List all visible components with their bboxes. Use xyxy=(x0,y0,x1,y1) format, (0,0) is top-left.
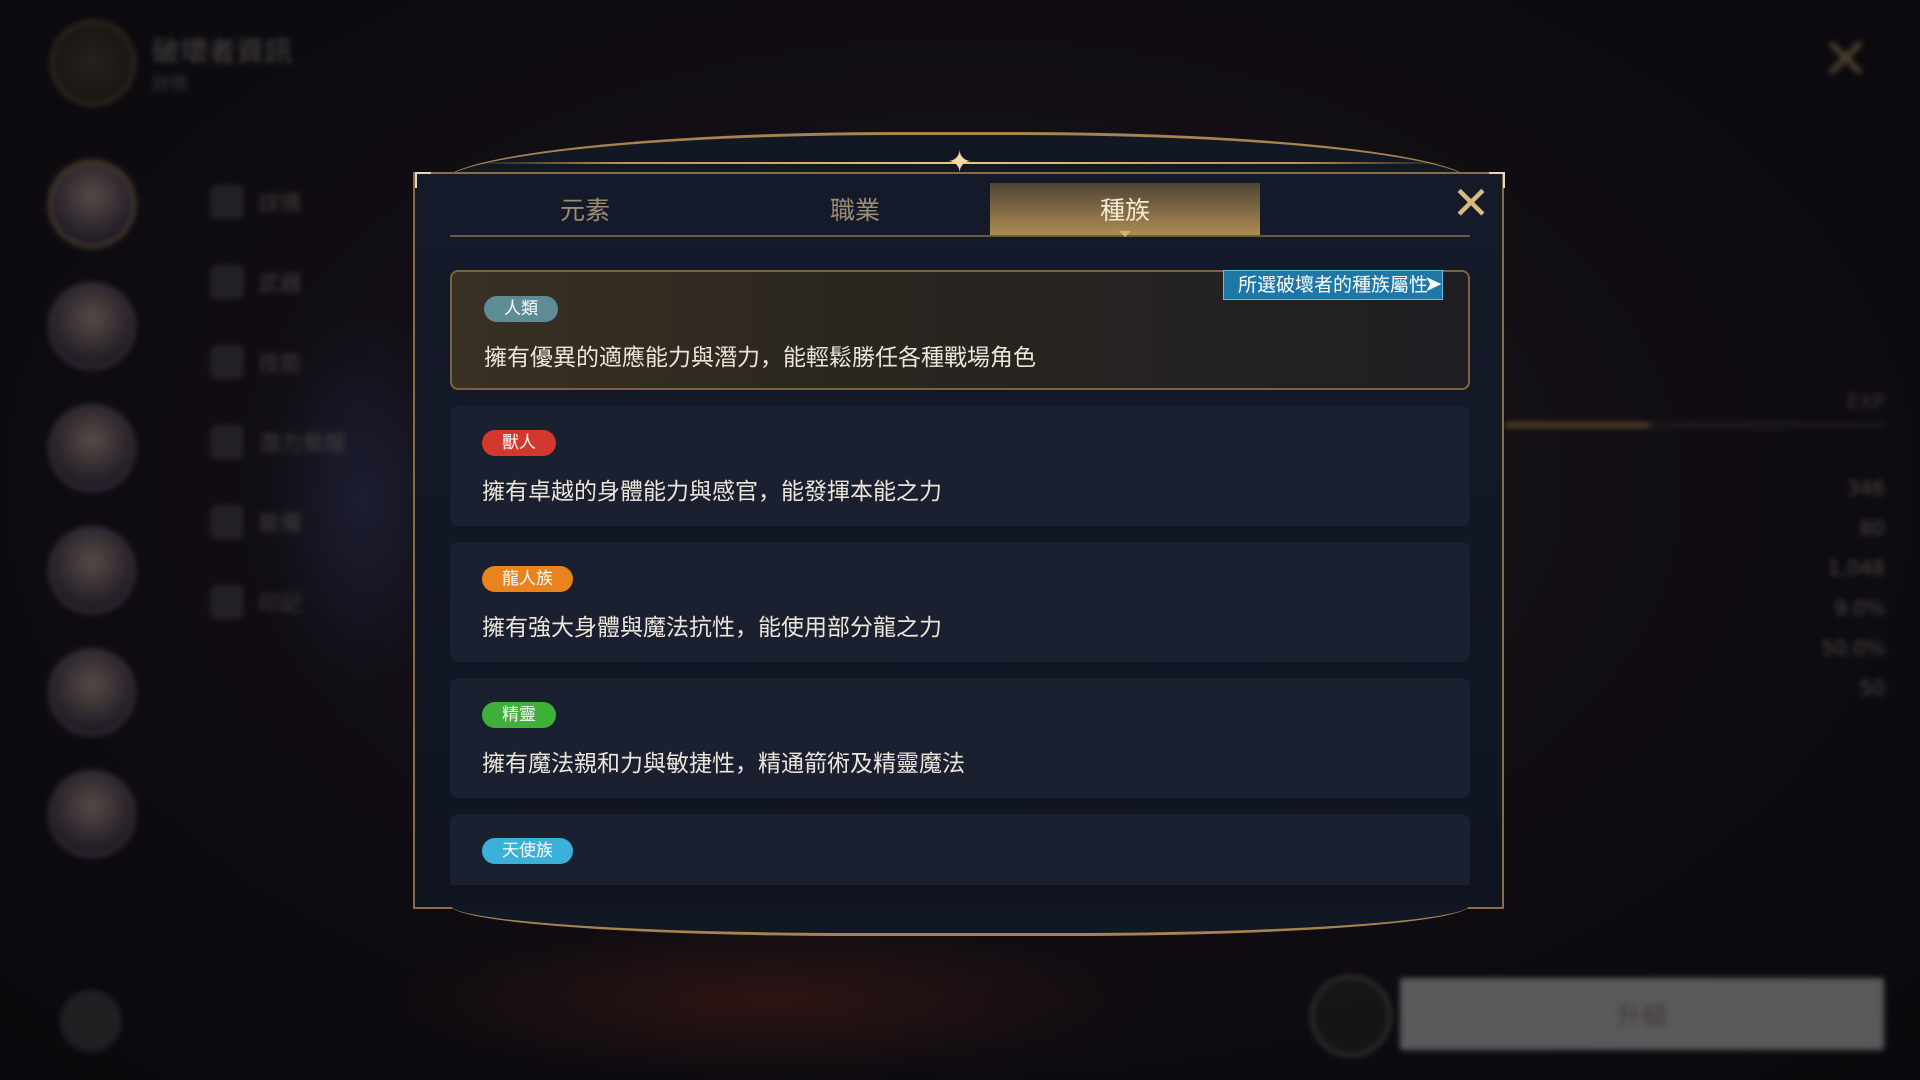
race-card-dragonkin[interactable]: 龍人族 擁有強大身體與魔法抗性，能使用部分龍之力 xyxy=(450,542,1470,662)
race-description: 擁有強大身體與魔法抗性，能使用部分龍之力 xyxy=(482,615,942,641)
race-badge: 精靈 xyxy=(482,702,556,728)
mouse-cursor-icon: ➤ xyxy=(1424,272,1443,297)
tab-element[interactable]: 元素 xyxy=(450,183,720,235)
race-list[interactable]: 人類 擁有優異的適應能力與潛力，能輕鬆勝任各種戰場角色 獸人 擁有卓越的身體能力… xyxy=(450,270,1470,885)
race-badge: 龍人族 xyxy=(482,566,573,592)
crossed-swords-close-icon[interactable]: ✕ xyxy=(1446,178,1496,228)
race-card-beastman[interactable]: 獸人 擁有卓越的身體能力與感官，能發揮本能之力 xyxy=(450,406,1470,526)
race-badge: 獸人 xyxy=(482,430,556,456)
tab-class[interactable]: 職業 xyxy=(720,183,990,235)
modal-tabs: 元素 職業 種族 xyxy=(450,183,1470,237)
race-description: 擁有魔法親和力與敏捷性，精通箭術及精靈魔法 xyxy=(482,751,965,777)
race-badge: 人類 xyxy=(484,296,558,322)
race-badge: 天使族 xyxy=(482,838,573,864)
race-tooltip: 所選破壞者的種族屬性 xyxy=(1223,270,1444,300)
tab-race[interactable]: 種族 xyxy=(990,183,1260,237)
race-card-angel[interactable]: 天使族 xyxy=(450,814,1470,885)
race-card-elf[interactable]: 精靈 擁有魔法親和力與敏捷性，精通箭術及精靈魔法 xyxy=(450,678,1470,798)
race-description: 擁有優異的適應能力與潛力，能輕鬆勝任各種戰場角色 xyxy=(484,345,1036,371)
frame-corner xyxy=(415,172,431,188)
star-ornament-icon: ✦ xyxy=(947,145,973,180)
race-description: 擁有卓越的身體能力與感官，能發揮本能之力 xyxy=(482,479,942,505)
